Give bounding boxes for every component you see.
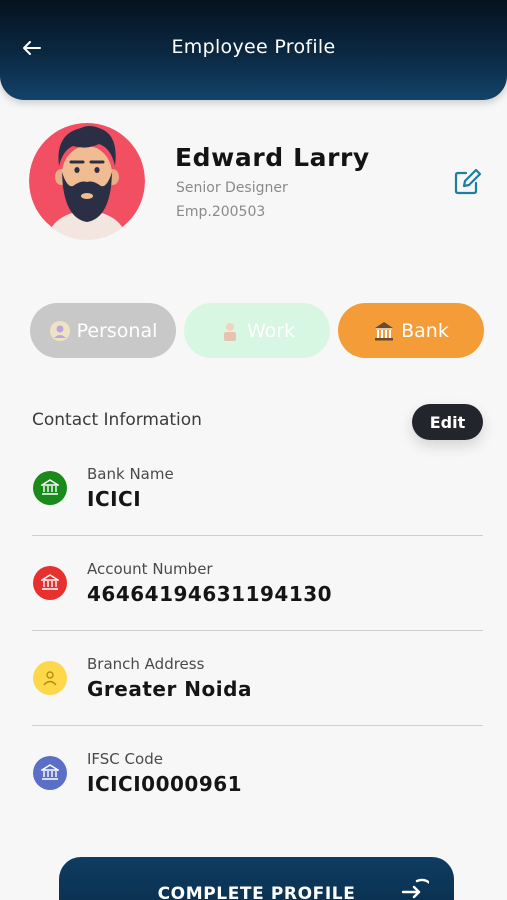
info-row-ifsc-code: IFSC Code ICICI0000961 [32, 740, 483, 835]
pencil-square-icon [454, 168, 482, 195]
field-value: ICICI0000961 [87, 772, 243, 796]
field-label: Branch Address [87, 655, 205, 673]
person-pin-icon [33, 661, 67, 695]
tab-work-label: Work [246, 319, 296, 342]
edit-profile-button[interactable] [452, 167, 482, 197]
divider [32, 535, 483, 536]
arrow-right-circle-icon [401, 878, 429, 899]
field-label: Account Number [87, 560, 213, 578]
tab-bank[interactable]: Bank [338, 303, 484, 358]
tab-bank-label: Bank [401, 319, 449, 342]
field-label: Bank Name [87, 465, 174, 483]
bank-icon [33, 566, 67, 600]
divider [32, 630, 483, 631]
field-value: ICICI [87, 487, 142, 511]
person-id-icon [49, 320, 70, 341]
worker-icon [223, 322, 236, 341]
employee-profile-screen: Employee Profile Edward Larry Senior Des… [0, 0, 507, 900]
bank-building-icon [375, 321, 394, 340]
divider [32, 725, 483, 726]
page-title: Employee Profile [171, 36, 336, 58]
bearded-man-avatar [29, 123, 145, 240]
employee-name: Edward Larry [175, 143, 370, 172]
employee-id: Emp.200503 [176, 204, 266, 220]
employee-role: Senior Designer [176, 180, 288, 196]
section-title: Contact Information [32, 410, 202, 430]
tab-personal-label: Personal [76, 319, 158, 342]
app-header: Employee Profile [0, 0, 507, 100]
avatar [29, 122, 145, 240]
field-value: 46464194631194130 [87, 582, 333, 606]
bank-icon [33, 471, 67, 505]
field-value: Greater Noida [87, 677, 252, 701]
tab-work[interactable]: Work [184, 303, 330, 358]
complete-profile-button[interactable]: COMPLETE PROFILE [59, 857, 454, 900]
complete-profile-label: COMPLETE PROFILE [157, 884, 356, 900]
edit-button[interactable]: Edit [412, 404, 483, 440]
bank-icon [33, 756, 67, 790]
field-label: IFSC Code [87, 750, 163, 768]
tab-personal[interactable]: Personal [30, 303, 176, 358]
